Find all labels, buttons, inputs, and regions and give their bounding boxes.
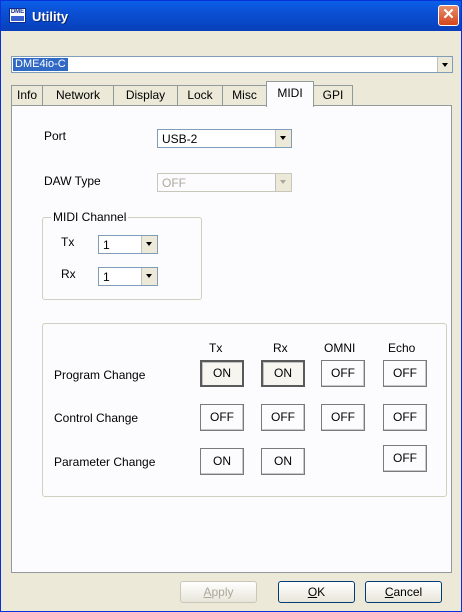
chevron-down-icon[interactable]: [437, 57, 452, 72]
window-title: Utility: [32, 9, 69, 24]
daw-type-value: OFF: [162, 176, 186, 190]
app-icon-text: DME: [10, 9, 25, 15]
col-header-rx: Rx: [273, 341, 288, 355]
program-change-echo-toggle[interactable]: OFF: [383, 360, 427, 387]
program-change-omni-toggle[interactable]: OFF: [321, 360, 365, 387]
program-change-rx-toggle[interactable]: ON: [261, 360, 305, 387]
control-change-rx-toggle[interactable]: OFF: [261, 404, 305, 431]
rx-channel-label: Rx: [61, 267, 76, 281]
message-filter-group: Tx Rx OMNI Echo Program Change ON ON OFF…: [42, 323, 447, 497]
tab-info[interactable]: Info: [11, 85, 43, 106]
midi-panel: Port USB-2 DAW Type OFF MIDI Channel Tx …: [11, 105, 452, 573]
close-icon: ✕: [442, 6, 455, 23]
tab-network[interactable]: Network: [42, 85, 114, 106]
device-select-value: DME4io-C: [13, 58, 68, 71]
tab-midi[interactable]: MIDI: [266, 81, 314, 107]
title-bar[interactable]: DME Utility ✕: [1, 1, 461, 31]
col-header-omni: OMNI: [324, 341, 356, 355]
port-select[interactable]: USB-2: [157, 129, 292, 148]
col-header-tx: Tx: [209, 341, 223, 355]
tab-label: MIDI: [277, 86, 303, 100]
chevron-down-icon: [275, 174, 291, 191]
tab-display[interactable]: Display: [113, 85, 178, 106]
device-select[interactable]: DME4io-C: [11, 56, 453, 73]
port-value: USB-2: [162, 132, 198, 146]
apply-label-rest: pply: [211, 585, 234, 599]
tx-channel-select[interactable]: 1: [98, 235, 158, 254]
daw-type-label: DAW Type: [44, 174, 101, 188]
close-button[interactable]: ✕: [438, 5, 459, 26]
tab-label: Network: [55, 88, 100, 102]
tx-channel-value: 1: [103, 238, 110, 252]
port-label: Port: [44, 129, 67, 143]
col-header-echo: Echo: [388, 341, 416, 355]
control-change-tx-toggle[interactable]: OFF: [200, 404, 244, 431]
app-icon: DME: [9, 8, 26, 23]
parameter-change-rx-toggle[interactable]: ON: [261, 448, 305, 475]
midi-channel-group: MIDI Channel Tx 1 Rx 1: [42, 210, 202, 300]
utility-window: DME Utility ✕ DME4io-C Info Network Disp…: [0, 0, 462, 612]
midi-channel-title: MIDI Channel: [51, 210, 129, 224]
control-change-echo-toggle[interactable]: OFF: [383, 404, 427, 431]
daw-type-select: OFF: [157, 173, 292, 192]
tab-misc[interactable]: Misc: [222, 85, 267, 106]
rx-channel-select[interactable]: 1: [98, 267, 158, 286]
chevron-down-icon[interactable]: [141, 268, 157, 285]
row-label-control-change: Control Change: [54, 411, 139, 425]
tab-gpi[interactable]: GPI: [313, 85, 353, 106]
tab-label: Misc: [232, 88, 257, 102]
tab-label: Lock: [187, 88, 213, 102]
tx-channel-label: Tx: [61, 235, 75, 249]
cancel-button[interactable]: Cancel: [365, 581, 442, 603]
control-change-omni-toggle[interactable]: OFF: [321, 404, 365, 431]
row-label-program-change: Program Change: [54, 368, 146, 382]
ok-label-rest: K: [317, 585, 326, 599]
apply-button: Apply: [180, 581, 257, 603]
tab-label: Info: [16, 88, 37, 102]
tab-lock[interactable]: Lock: [177, 85, 223, 106]
tab-label: GPI: [322, 88, 344, 102]
cancel-label-rest: ancel: [393, 585, 423, 599]
program-change-tx-toggle[interactable]: ON: [200, 360, 244, 387]
chevron-down-icon[interactable]: [141, 236, 157, 253]
tab-label: Display: [125, 88, 166, 102]
apply-mnemonic: A: [203, 585, 212, 599]
ok-button[interactable]: OK: [278, 581, 355, 603]
ok-mnemonic: O: [307, 585, 318, 599]
parameter-change-echo-toggle[interactable]: OFF: [383, 445, 427, 472]
row-label-parameter-change: Parameter Change: [54, 455, 156, 469]
rx-channel-value: 1: [103, 270, 110, 284]
chevron-down-icon[interactable]: [275, 130, 291, 147]
parameter-change-tx-toggle[interactable]: ON: [200, 448, 244, 475]
